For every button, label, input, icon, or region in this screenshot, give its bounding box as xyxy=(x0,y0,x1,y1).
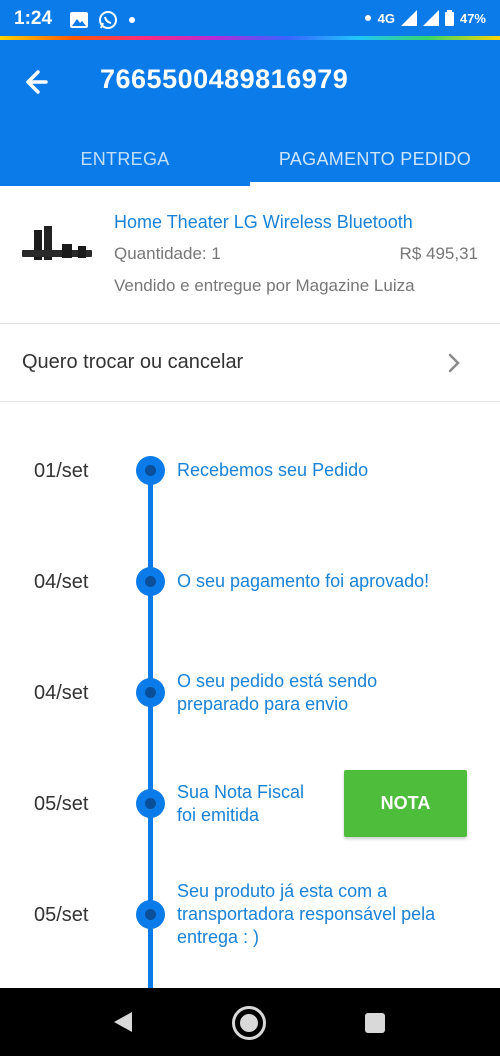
image-icon xyxy=(70,12,88,28)
app-bar: 7665500489816979 ENTREGA PAGAMENTO PEDID… xyxy=(0,40,500,186)
nav-home-icon[interactable] xyxy=(232,1006,266,1040)
wifi-signal-icon xyxy=(422,10,439,26)
step-dot-icon xyxy=(136,789,165,818)
product-quantity: Quantidade: 1 xyxy=(114,244,221,263)
step-dot-icon xyxy=(136,900,165,929)
step-date: 01/set xyxy=(34,460,89,482)
chevron-right-icon xyxy=(448,353,460,373)
product-name[interactable]: Home Theater LG Wireless Bluetooth xyxy=(114,212,413,233)
step-dot-icon xyxy=(136,567,165,596)
step-date: 04/set xyxy=(34,571,89,593)
nav-recents-icon[interactable] xyxy=(365,1013,385,1033)
step-text: Seu produto já esta com a transportadora… xyxy=(177,881,436,947)
vibrate-dot-icon xyxy=(364,15,371,21)
system-nav-bar xyxy=(0,988,500,1056)
notification-dot-icon xyxy=(129,17,135,23)
step-dot-icon xyxy=(136,678,165,707)
step-text: O seu pedido está sendo preparado para e… xyxy=(177,671,378,714)
product-thumbnail xyxy=(22,226,92,260)
signal-icon xyxy=(400,10,417,26)
exchange-cancel-label: Quero trocar ou cancelar xyxy=(22,351,244,373)
step-date: 05/set xyxy=(34,904,89,926)
step-text: O seu pagamento foi aprovado! xyxy=(177,571,430,591)
order-number-title: 7665500489816979 xyxy=(100,64,349,94)
tab-entrega[interactable]: ENTREGA xyxy=(0,132,250,186)
battery-icon xyxy=(444,10,454,26)
whatsapp-icon xyxy=(99,11,117,29)
status-bar: 1:24 4G 47% xyxy=(0,0,500,38)
status-time: 1:24 xyxy=(14,8,53,29)
step-dot-icon xyxy=(136,456,165,485)
battery-percent: 47% xyxy=(459,10,486,26)
step-date: 05/set xyxy=(34,793,89,815)
step-date: 04/set xyxy=(34,682,89,704)
product-seller: Vendido e entregue por Magazine Luiza xyxy=(114,276,415,295)
exchange-cancel-row[interactable]: Quero trocar ou cancelar xyxy=(0,324,500,402)
nav-back-icon[interactable] xyxy=(112,1010,134,1034)
step-text: Sua Nota Fiscal foi emitida xyxy=(177,782,305,825)
back-arrow-icon[interactable] xyxy=(20,64,60,100)
network-type: 4G xyxy=(377,10,395,26)
product-card[interactable]: Home Theater LG Wireless Bluetooth Quant… xyxy=(0,186,500,324)
tab-pagamento-pedido[interactable]: PAGAMENTO PEDIDO xyxy=(250,132,500,186)
nota-button[interactable]: NOTA xyxy=(344,770,467,837)
step-text: Recebemos seu Pedido xyxy=(177,460,369,480)
product-price: R$ 495,31 xyxy=(399,244,478,263)
tab-bar: ENTREGA PAGAMENTO PEDIDO xyxy=(0,132,500,186)
